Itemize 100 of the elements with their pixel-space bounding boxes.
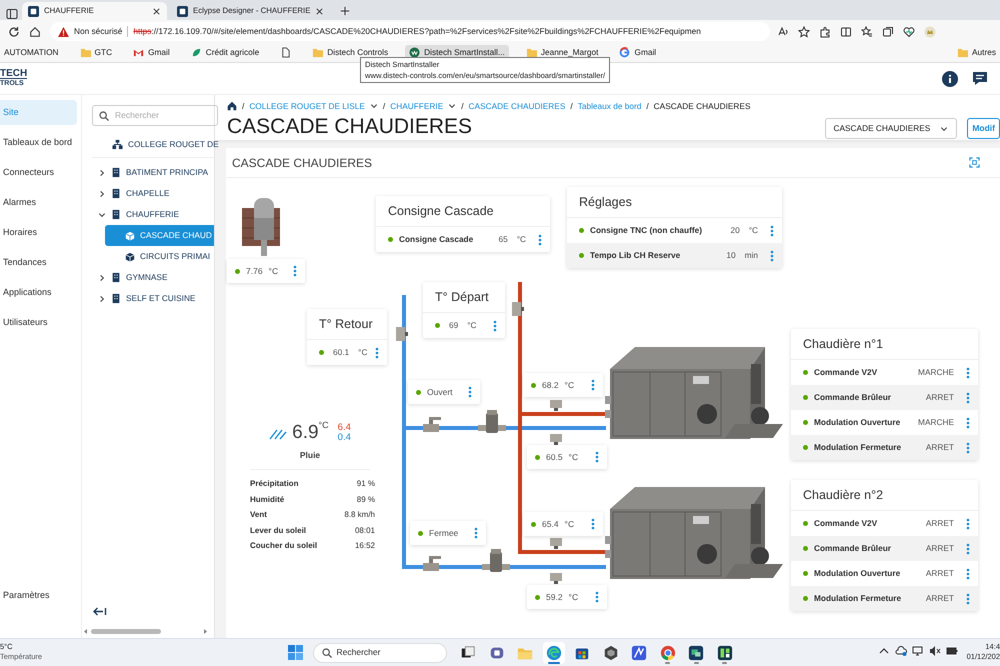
tree-item[interactable]: SELF ET CUISINE bbox=[126, 292, 196, 305]
unit-text: °C bbox=[564, 378, 574, 392]
temperature-text: 6.9 bbox=[292, 421, 319, 445]
row-label: Modulation Fermeture bbox=[814, 592, 902, 605]
card-title: Chaudière n°1 bbox=[791, 329, 978, 360]
breadcrumb-separator: / bbox=[570, 100, 573, 112]
row-label: Modulation Fermeture bbox=[814, 441, 902, 454]
card-title: T° Retour bbox=[307, 309, 387, 340]
bookmark[interactable]: Gmail bbox=[129, 45, 174, 60]
bookmark[interactable]: Distech Controls bbox=[308, 45, 392, 60]
bookmark[interactable]: Crédit agricole bbox=[186, 45, 264, 60]
weather-label: Coucher du soleil bbox=[250, 540, 318, 552]
row-label: Tempo Lib CH Reserve bbox=[590, 249, 680, 262]
unit-text: °C bbox=[467, 319, 477, 332]
value-text: 20 bbox=[730, 224, 740, 237]
bookmark[interactable]: AUTOMATION bbox=[0, 45, 63, 60]
row-label: Commande Brûleur bbox=[814, 391, 891, 404]
weather-value: 91 % bbox=[356, 478, 375, 490]
value-text: 65 bbox=[498, 233, 508, 246]
unit-text: °C bbox=[358, 346, 368, 359]
card-title: Chaudière n°2 bbox=[791, 480, 978, 511]
taskbar-search[interactable]: Rechercher bbox=[312, 642, 446, 662]
weather-label: Lever du soleil bbox=[250, 524, 306, 537]
value-text: MARCHE bbox=[918, 366, 954, 379]
value-text: ARRET bbox=[926, 542, 954, 555]
breadcrumb-link[interactable]: CHAUFFERIE bbox=[390, 100, 444, 112]
tree-item[interactable]: CHAUFFERIE bbox=[126, 208, 180, 221]
weather-value: 8.8 km/h bbox=[344, 509, 375, 522]
unit-text: °C bbox=[568, 450, 578, 464]
card-title: T° Départ bbox=[423, 282, 505, 313]
row-label: Consigne TNC (non chauffe) bbox=[590, 224, 702, 237]
panel-title: CASCADE CHAUDIERES bbox=[232, 154, 372, 172]
value-text: 7.76 bbox=[246, 264, 263, 278]
page-title: CASCADE CHAUDIERES bbox=[227, 114, 474, 140]
high-temperature: 6.4 bbox=[338, 423, 351, 434]
unit-text: °C bbox=[568, 590, 578, 604]
url-text: https://172.16.109.70/#/site/element/dashboards/CASCADE%20CHAUDIERES?path=%2Fservices%2Fsite%2Fbuildings%2FCHAUFFERIE%2Fequipmen bbox=[133, 25, 701, 38]
weather-label: Vent bbox=[250, 509, 267, 522]
value-text: ARRET bbox=[926, 567, 954, 580]
selected-tree-item[interactable]: CASCADE CHAUD bbox=[105, 225, 214, 246]
nav-item[interactable]: Utilisateurs bbox=[0, 310, 77, 335]
value-text: 59.2 bbox=[546, 590, 563, 604]
weather-label: Humidité bbox=[250, 494, 284, 506]
nav-item[interactable]: Tendances bbox=[0, 250, 77, 275]
row-label: Modulation Ouverture bbox=[814, 567, 900, 580]
breadcrumb-separator: / bbox=[461, 100, 464, 112]
nav-item[interactable]: Paramètres bbox=[0, 583, 77, 608]
card-title: Consigne Cascade bbox=[376, 196, 550, 227]
tree-item[interactable]: CHAPELLE bbox=[126, 187, 170, 200]
bookmark[interactable]: Autres bbox=[953, 45, 1000, 60]
row-label: Commande V2V bbox=[814, 366, 878, 379]
tree-item[interactable]: GYMNASE bbox=[126, 271, 168, 284]
value-text: ARRET bbox=[926, 592, 954, 605]
dashboard-select[interactable]: CASCADE CHAUDIERES bbox=[824, 118, 958, 139]
value-text: MARCHE bbox=[918, 416, 954, 429]
value-text: 60.5 bbox=[546, 450, 563, 464]
unit-text: °C bbox=[564, 518, 574, 530]
unit-text: min bbox=[744, 249, 758, 262]
tree-item[interactable]: CIRCUITS PRIMAI bbox=[140, 250, 210, 263]
breadcrumb-current: CASCADE CHAUDIERES bbox=[654, 100, 750, 112]
value-text: 65.4 bbox=[542, 518, 559, 530]
security-label: Non sécurisé bbox=[74, 25, 122, 38]
value-text: ARRET bbox=[926, 441, 954, 454]
bookmark[interactable]: GTC bbox=[76, 45, 116, 60]
breadcrumb-separator: / bbox=[242, 100, 244, 112]
value-text: ARRET bbox=[926, 517, 954, 530]
unit-text: °C bbox=[516, 233, 526, 246]
value-text: 10 bbox=[726, 249, 736, 262]
nav-item[interactable]: Tableaux de bord bbox=[0, 130, 77, 155]
tree-item[interactable]: BATIMENT PRINCIPA bbox=[126, 166, 208, 179]
nav-item[interactable]: Applications bbox=[0, 280, 77, 305]
nav-item[interactable]: Connecteurs bbox=[0, 160, 77, 185]
bookmark[interactable]: Gmail bbox=[615, 45, 660, 60]
nav-item[interactable]: Alarmes bbox=[0, 190, 77, 215]
tree-item[interactable]: COLLEGE ROUGET DE bbox=[128, 138, 219, 151]
weather-value: 08:01 bbox=[354, 524, 375, 537]
breadcrumb-link[interactable]: CASCADE CHAUDIERES bbox=[468, 100, 566, 112]
row-label: Modulation Ouverture bbox=[814, 416, 900, 429]
breadcrumb-link[interactable]: Tableaux de bord bbox=[578, 100, 642, 112]
breadcrumb-separator: / bbox=[646, 100, 649, 112]
value-text: Ouvert bbox=[427, 386, 453, 398]
weather-value: 16:52 bbox=[354, 540, 375, 552]
bookmark[interactable]: Jeanne_Margot bbox=[522, 45, 602, 60]
card-title: Réglages bbox=[567, 187, 782, 218]
address-bar[interactable]: Non sécurisé https://172.16.109.70/#/site/element/dashboards/CASCADE%20CHAUDIERES?path=%2Fservices%2Fsite%2Fbuildings%2FCHAUFFERIE%2Fequipmen bbox=[50, 22, 770, 41]
condition-text: Pluie bbox=[300, 450, 320, 460]
value-text: Fermee bbox=[429, 526, 458, 540]
weather-label: Précipitation bbox=[250, 478, 298, 490]
breadcrumb-separator: / bbox=[382, 100, 386, 112]
unit-text: °C bbox=[268, 264, 278, 278]
breadcrumb-link[interactable]: COLLEGE ROUGET DE LISLE bbox=[249, 100, 365, 112]
row-label: Consigne Cascade bbox=[399, 233, 474, 246]
unit-text: °C bbox=[318, 419, 329, 432]
unit-text: °C bbox=[748, 224, 758, 237]
edit-button[interactable]: Modif bbox=[967, 118, 1000, 139]
row-label: Commande Brûleur bbox=[814, 542, 891, 555]
low-temperature: 0.4 bbox=[338, 433, 351, 444]
value-text: 68.2 bbox=[542, 378, 559, 392]
nav-item[interactable]: Horaires bbox=[0, 220, 77, 245]
weather-value: 89 % bbox=[356, 494, 375, 506]
